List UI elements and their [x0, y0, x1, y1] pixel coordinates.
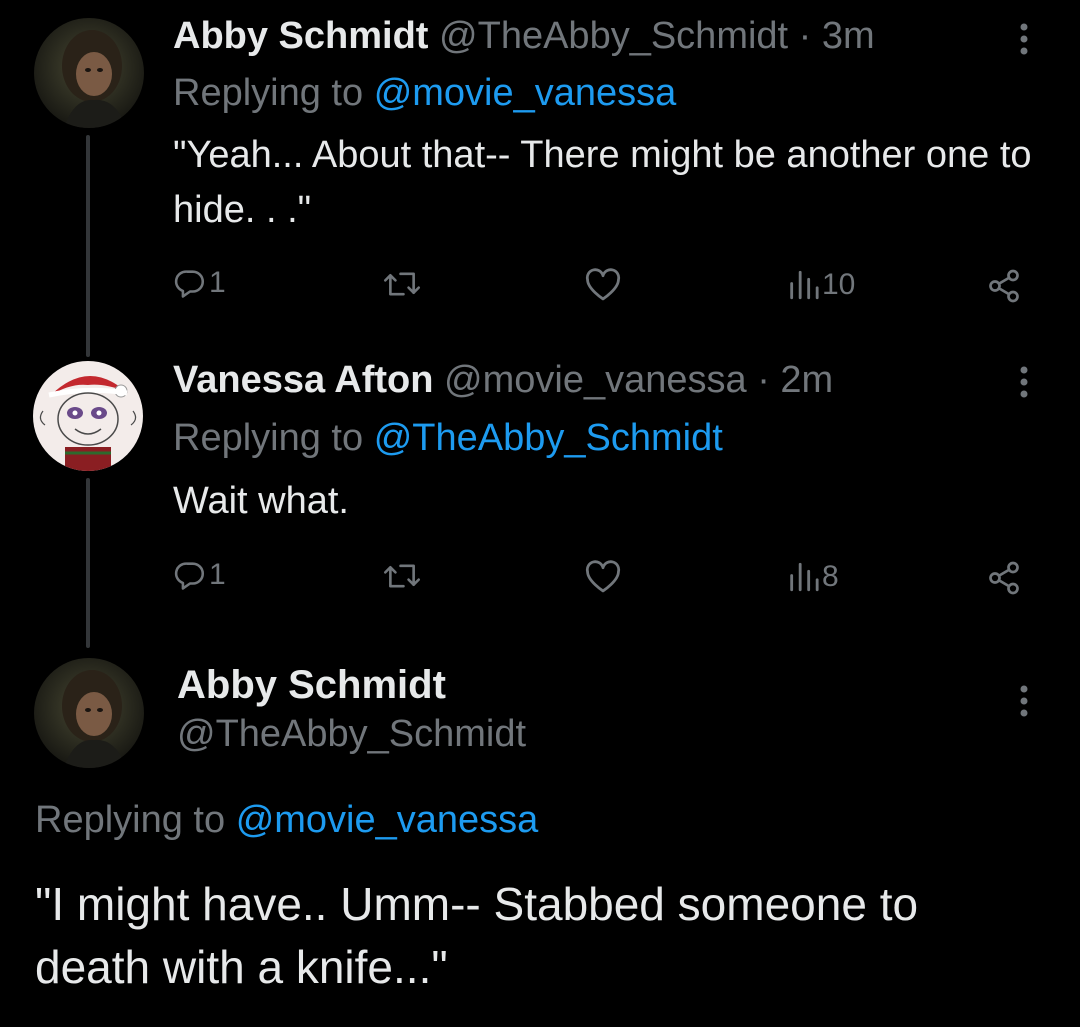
- tweet-text: "Yeah... About that-- There might be ano…: [173, 134, 1032, 231]
- views-count: 10: [822, 268, 856, 301]
- reply-bubble-icon: [174, 562, 205, 590]
- views-count: 8: [822, 560, 839, 593]
- replying-to-label: Replying to: [173, 417, 364, 459]
- tweet-text: Wait what.: [173, 480, 349, 522]
- replying-to-handle[interactable]: @movie_vanessa: [236, 799, 539, 841]
- replying-to: Replying to @movie_vanessa: [35, 798, 538, 842]
- thread-line-1: [86, 135, 90, 357]
- timestamp[interactable]: 3m: [822, 15, 875, 57]
- more-options-button[interactable]: [1014, 682, 1034, 727]
- replying-to-handle[interactable]: @movie_vanessa: [374, 72, 677, 114]
- author-handle[interactable]: @TheAbby_Schmidt: [177, 712, 526, 756]
- like-button[interactable]: [584, 560, 622, 594]
- replying-to: Replying to @TheAbby_Schmidt: [173, 416, 723, 460]
- views-bar-chart-icon: [790, 270, 819, 300]
- more-vertical-icon: [1020, 366, 1028, 398]
- avatar[interactable]: [34, 658, 144, 768]
- heart-icon: [585, 560, 621, 593]
- reply-count: 1: [209, 558, 226, 591]
- views-button[interactable]: 10: [786, 268, 855, 302]
- separator: ·: [798, 15, 812, 57]
- tweet-text: "I might have.. Umm-- Stabbed someone to…: [35, 878, 919, 993]
- author-name[interactable]: Abby Schmidt: [177, 662, 446, 708]
- share-icon: [989, 561, 1019, 595]
- author-name[interactable]: Vanessa Afton: [173, 359, 433, 401]
- author-name[interactable]: Abby Schmidt: [173, 15, 428, 57]
- tweet-header: Vanessa Afton @movie_vanessa · 2m: [173, 358, 833, 402]
- avatar[interactable]: [33, 361, 143, 471]
- author-handle[interactable]: @TheAbby_Schmidt: [439, 15, 788, 57]
- replying-to-handle[interactable]: @TheAbby_Schmidt: [374, 417, 723, 459]
- reply-button[interactable]: 1: [173, 558, 226, 592]
- retweet-icon: [383, 272, 421, 296]
- dark-portrait-avatar-icon: [34, 658, 144, 768]
- like-button[interactable]: [584, 268, 622, 302]
- avatar[interactable]: [34, 18, 144, 128]
- thread-line-2: [86, 478, 90, 648]
- sketch-face-avatar-icon: [33, 361, 143, 471]
- share-button[interactable]: [986, 268, 1022, 304]
- replying-to: Replying to @movie_vanessa: [173, 71, 676, 115]
- views-bar-chart-icon: [790, 562, 819, 592]
- more-options-button[interactable]: [1014, 20, 1034, 65]
- reply-button[interactable]: 1: [173, 266, 226, 300]
- more-options-button[interactable]: [1014, 363, 1034, 408]
- author-handle[interactable]: @movie_vanessa: [444, 359, 747, 401]
- tweet-header: Abby Schmidt @TheAbby_Schmidt · 3m: [173, 14, 875, 58]
- share-button[interactable]: [986, 560, 1022, 596]
- replying-to-label: Replying to: [35, 799, 226, 841]
- retweet-icon: [383, 564, 421, 588]
- heart-icon: [585, 268, 621, 301]
- retweet-button[interactable]: [383, 268, 421, 300]
- more-vertical-icon: [1020, 685, 1028, 717]
- more-vertical-icon: [1020, 23, 1028, 55]
- views-button[interactable]: 8: [786, 560, 839, 594]
- reply-count: 1: [209, 266, 226, 299]
- timestamp[interactable]: 2m: [780, 359, 833, 401]
- separator: ·: [757, 359, 770, 401]
- replying-to-label: Replying to: [173, 72, 364, 114]
- dark-portrait-avatar-icon: [34, 18, 144, 128]
- share-icon: [989, 269, 1019, 303]
- reply-bubble-icon: [174, 270, 205, 298]
- retweet-button[interactable]: [383, 560, 421, 592]
